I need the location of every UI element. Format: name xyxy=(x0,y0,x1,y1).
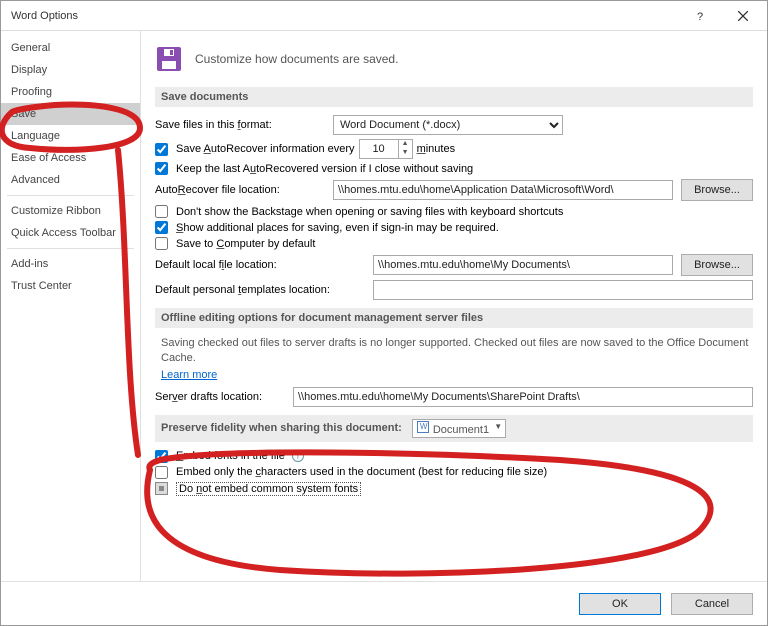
drafts-label: Server drafts location: xyxy=(155,391,285,403)
sidebar-item-ease[interactable]: Ease of Access xyxy=(1,147,140,169)
sidebar-item-advanced[interactable]: Advanced xyxy=(1,169,140,191)
section-preserve: Preserve fidelity when sharing this docu… xyxy=(155,415,753,442)
save-to-computer-label: Save to Computer by default xyxy=(176,238,315,250)
sidebar-item-customize-ribbon[interactable]: Customize Ribbon xyxy=(1,200,140,222)
show-additional-label: Show additional places for saving, even … xyxy=(176,222,499,234)
page-header: Customize how documents are saved. xyxy=(155,45,753,73)
window-buttons: ? xyxy=(681,4,763,28)
ar-loc-input[interactable] xyxy=(333,180,673,200)
show-additional-checkbox[interactable] xyxy=(155,221,168,234)
sidebar-item-save[interactable]: Save xyxy=(1,103,140,125)
help-button[interactable]: ? xyxy=(681,4,721,28)
sidebar-item-proofing[interactable]: Proofing xyxy=(1,81,140,103)
default-loc-input[interactable] xyxy=(373,255,673,275)
embed-fonts-checkbox[interactable] xyxy=(155,450,168,463)
dont-show-backstage-checkbox[interactable] xyxy=(155,205,168,218)
word-doc-icon xyxy=(417,421,429,433)
sidebar: General Display Proofing Save Language E… xyxy=(1,31,141,581)
autorecover-minutes-spinner[interactable]: ▲▼ xyxy=(359,139,413,159)
browse-default-button[interactable]: Browse... xyxy=(681,254,753,276)
sidebar-separator xyxy=(7,248,134,249)
autorecover-label: Save AutoRecover information every xyxy=(176,143,355,155)
format-label: Save files in this format: xyxy=(155,119,325,131)
no-common-fonts-checkbox[interactable] xyxy=(155,482,168,495)
word-options-dialog: Word Options ? General Display Proofing … xyxy=(0,0,768,626)
autorecover-checkbox[interactable] xyxy=(155,143,168,156)
ar-loc-label: AutoRecover file location: xyxy=(155,184,325,196)
format-select[interactable]: Word Document (*.docx) xyxy=(333,115,563,135)
keep-last-checkbox[interactable] xyxy=(155,162,168,175)
offline-text: Saving checked out files to server draft… xyxy=(161,336,753,367)
autorecover-minutes-input[interactable] xyxy=(360,140,398,158)
sidebar-item-qat[interactable]: Quick Access Toolbar xyxy=(1,222,140,244)
embed-only-chars-label: Embed only the characters used in the do… xyxy=(176,466,547,478)
sidebar-item-display[interactable]: Display xyxy=(1,59,140,81)
info-icon[interactable]: i xyxy=(292,450,304,462)
dont-show-backstage-label: Don't show the Backstage when opening or… xyxy=(176,206,563,218)
learn-more-link[interactable]: Learn more xyxy=(161,369,217,381)
templates-label: Default personal templates location: xyxy=(155,284,365,296)
templates-input[interactable] xyxy=(373,280,753,300)
minutes-label: minutes xyxy=(417,143,456,155)
close-button[interactable] xyxy=(723,4,763,28)
browse-ar-button[interactable]: Browse... xyxy=(681,179,753,201)
embed-only-chars-checkbox[interactable] xyxy=(155,466,168,479)
preserve-label: Preserve fidelity when sharing this docu… xyxy=(161,422,402,434)
default-loc-label: Default local file location: xyxy=(155,259,365,271)
sidebar-item-trust[interactable]: Trust Center xyxy=(1,275,140,297)
save-to-computer-checkbox[interactable] xyxy=(155,237,168,250)
section-save-documents: Save documents xyxy=(155,87,753,107)
window-title: Word Options xyxy=(11,10,78,22)
cancel-button[interactable]: Cancel xyxy=(671,593,753,615)
no-common-fonts-label: Do not embed common system fonts xyxy=(176,482,361,496)
dialog-body: General Display Proofing Save Language E… xyxy=(1,31,767,581)
keep-last-label: Keep the last AutoRecovered version if I… xyxy=(176,163,473,175)
dialog-footer: OK Cancel xyxy=(1,581,767,625)
embed-fonts-label: Embed fonts in the file xyxy=(176,450,285,462)
svg-text:?: ? xyxy=(697,11,703,22)
ok-button[interactable]: OK xyxy=(579,593,661,615)
save-disk-icon xyxy=(155,45,183,73)
sidebar-item-language[interactable]: Language xyxy=(1,125,140,147)
main-panel: Customize how documents are saved. Save … xyxy=(141,31,767,581)
sidebar-separator xyxy=(7,195,134,196)
sidebar-item-addins[interactable]: Add-ins xyxy=(1,253,140,275)
section-offline: Offline editing options for document man… xyxy=(155,308,753,328)
titlebar: Word Options ? xyxy=(1,1,767,31)
drafts-input[interactable] xyxy=(293,387,753,407)
sidebar-item-general[interactable]: General xyxy=(1,37,140,59)
page-title: Customize how documents are saved. xyxy=(195,52,398,66)
preserve-doc-select[interactable]: Document1 ▼ xyxy=(412,419,506,438)
spinner-buttons[interactable]: ▲▼ xyxy=(398,140,412,158)
